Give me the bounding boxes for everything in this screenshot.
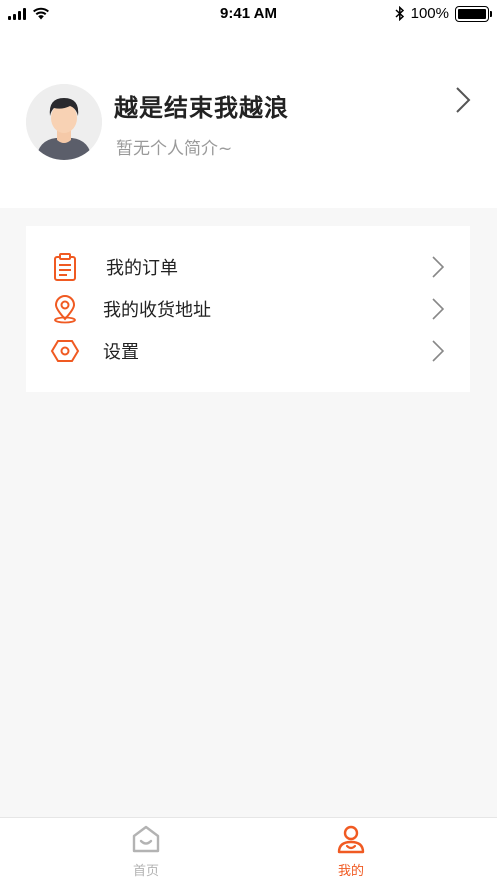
profile-icon (337, 825, 365, 854)
battery-icon (455, 5, 492, 22)
menu-item-settings[interactable]: 设置 (26, 330, 470, 370)
profile-name: 越是结束我越浪 (114, 94, 289, 122)
avatar-icon (26, 84, 102, 160)
chevron-right-icon (432, 340, 444, 362)
menu-item-address[interactable]: 我的收货地址 (26, 288, 470, 328)
menu-item-label: 我的收货地址 (103, 300, 211, 321)
menu-item-label: 我的订单 (106, 258, 178, 279)
battery-percent: 100% (410, 5, 449, 22)
avatar[interactable] (26, 84, 102, 160)
profile-bio: 暂无个人简介~ (116, 139, 233, 159)
status-right: 100% (395, 5, 492, 22)
tab-mine[interactable]: 我的 (227, 818, 475, 883)
tab-label: 我的 (337, 864, 364, 879)
location-pin-icon (54, 295, 76, 324)
settings-hexagon-icon (50, 340, 80, 362)
chevron-right-icon (432, 256, 444, 278)
tab-bar: 首页 我的 (0, 817, 497, 883)
clipboard-icon (54, 253, 76, 281)
chevron-right-icon (432, 298, 444, 320)
menu-item-label: 设置 (103, 342, 139, 363)
chevron-right-icon[interactable] (455, 86, 471, 114)
menu-card: 我的订单 我的收货地址 设置 (26, 226, 470, 392)
profile-header[interactable]: 越是结束我越浪 暂无个人简介~ (0, 28, 497, 208)
bluetooth-icon (395, 6, 404, 21)
status-bar: 9:41 AM 100% (0, 0, 497, 28)
home-icon (132, 825, 160, 853)
menu-item-orders[interactable]: 我的订单 (26, 246, 470, 286)
